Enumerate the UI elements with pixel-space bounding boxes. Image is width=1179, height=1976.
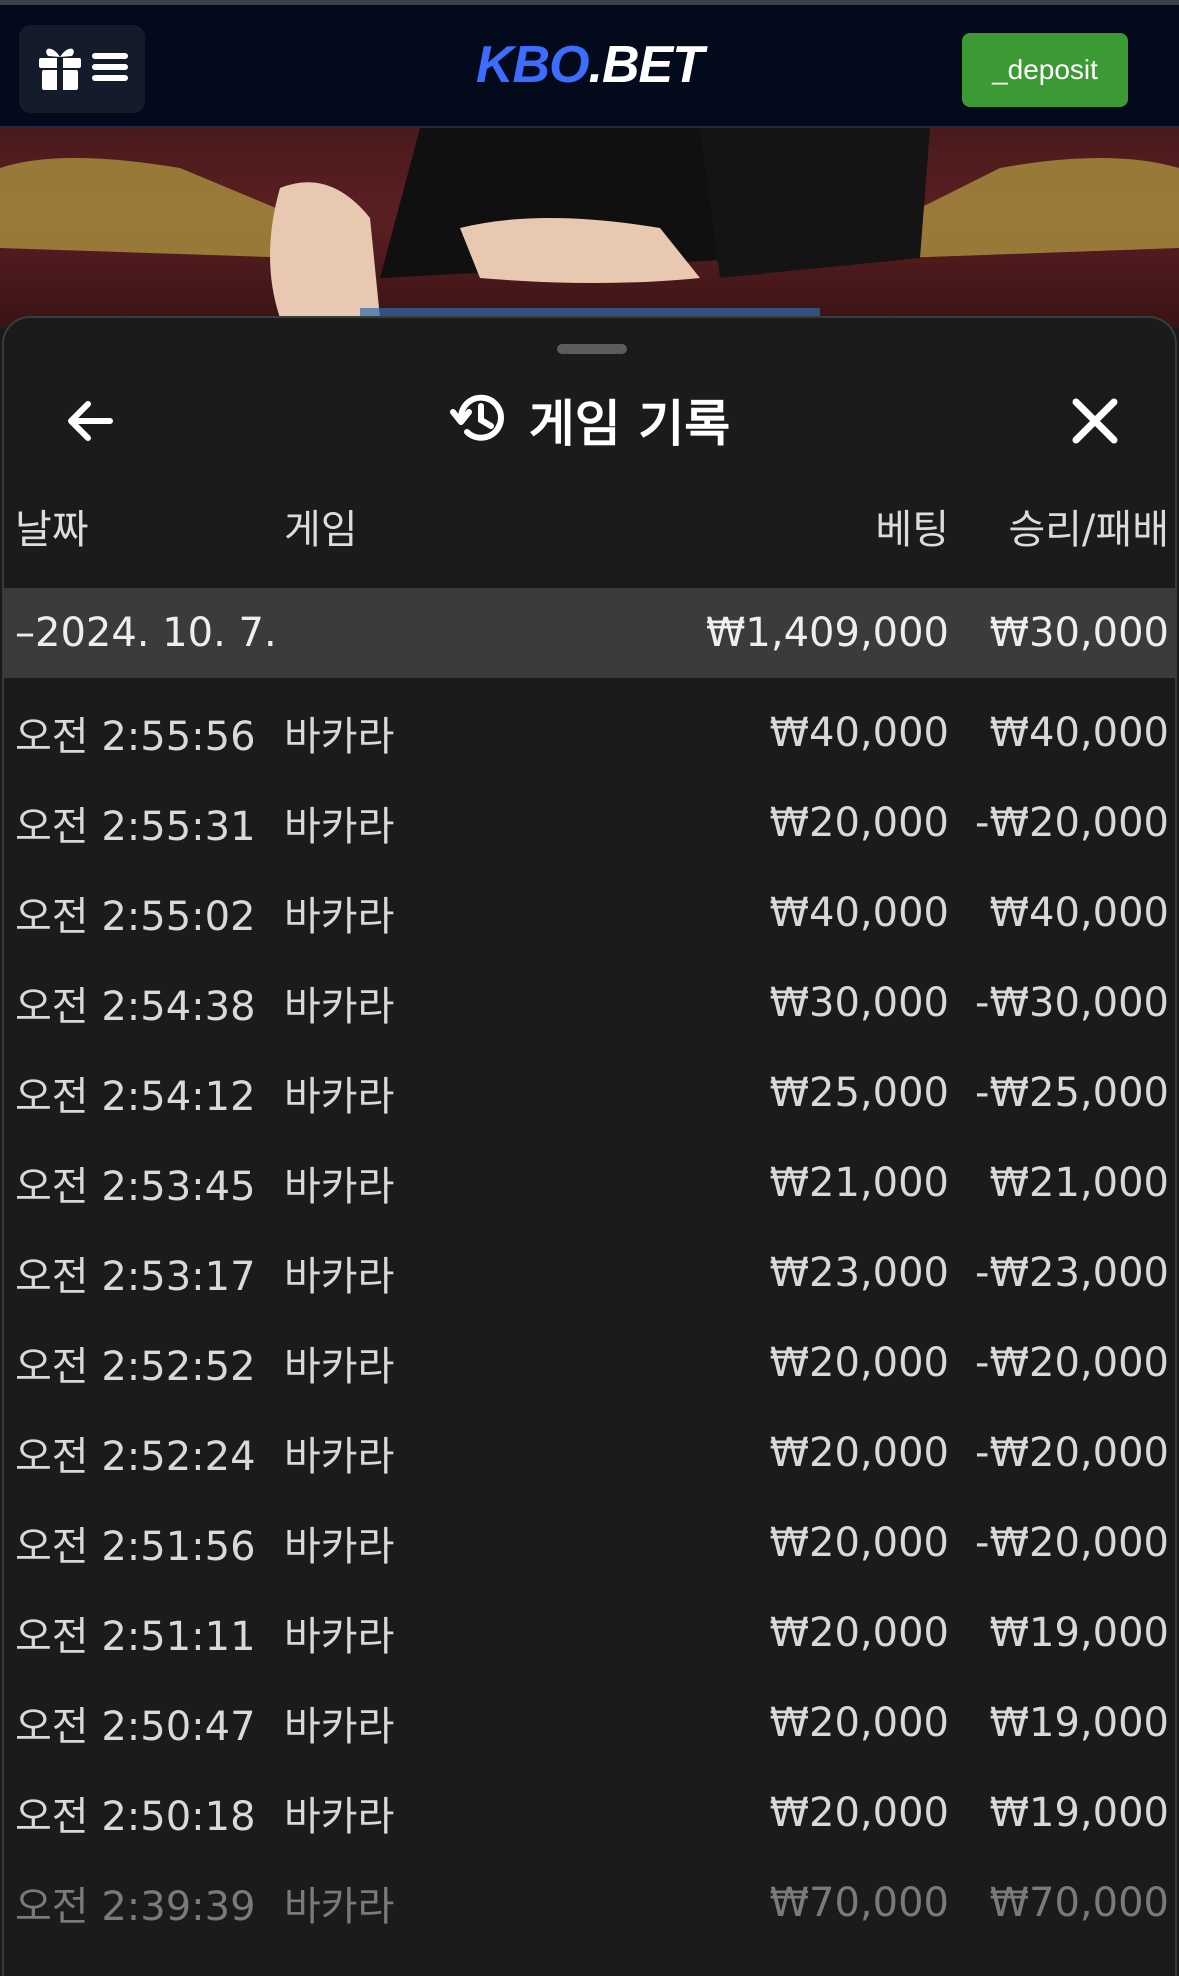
table-row[interactable]: 오전 2:39:39 바카라 ₩70,000 ₩70,000 [4,1858,1175,1948]
table-row[interactable]: 오전 2:53:45 바카라 ₩21,000 ₩21,000 [4,1138,1175,1228]
row-game: 바카라 [284,1614,395,1660]
row-win-loss: -₩30,000 [975,980,1169,1026]
row-win-loss: ₩19,000 [989,1610,1169,1656]
column-header-game: 게임 [284,507,358,553]
row-game: 바카라 [284,984,395,1030]
history-icon [449,388,509,452]
row-time: 오전 2:54:12 [15,1074,256,1120]
row-bet: ₩20,000 [769,800,949,846]
row-game: 바카라 [284,1704,395,1750]
row-win-loss: ₩21,000 [989,1160,1169,1206]
column-header-win-loss: 승리/패배 [1008,507,1169,553]
row-game: 바카라 [284,1254,395,1300]
row-game: 바카라 [284,894,395,940]
column-header-date: 날짜 [15,507,89,553]
row-game: 바카라 [284,1074,395,1120]
date-group-win-total: ₩30,000 [989,610,1169,656]
row-bet: ₩20,000 [769,1610,949,1656]
sheet-title: 게임 기록 [528,395,731,453]
row-game: 바카라 [284,1344,395,1390]
row-bet: ₩30,000 [769,980,949,1026]
row-win-loss: -₩23,000 [975,1250,1169,1296]
row-time: 오전 2:55:31 [15,804,256,850]
row-win-loss: ₩40,000 [989,890,1169,936]
table-row[interactable]: 오전 2:54:12 바카라 ₩25,000 -₩25,000 [4,1048,1175,1138]
row-bet: ₩25,000 [769,1070,949,1116]
row-time: 오전 2:55:02 [15,894,256,940]
row-time: 오전 2:52:24 [15,1434,256,1480]
table-row[interactable]: 오전 2:50:18 바카라 ₩20,000 ₩19,000 [4,1768,1175,1858]
table-row[interactable]: 오전 2:51:56 바카라 ₩20,000 -₩20,000 [4,1498,1175,1588]
row-bet: ₩40,000 [769,890,949,936]
row-bet: ₩20,000 [769,1790,949,1836]
row-bet: ₩21,000 [769,1160,949,1206]
row-bet: ₩23,000 [769,1250,949,1296]
table-row[interactable]: 오전 2:54:38 바카라 ₩30,000 -₩30,000 [4,958,1175,1048]
live-video-background [0,128,1179,328]
row-game: 바카라 [284,1524,395,1570]
table-row[interactable]: 오전 2:55:02 바카라 ₩40,000 ₩40,000 [4,868,1175,958]
table-row[interactable]: 오전 2:52:52 바카라 ₩20,000 -₩20,000 [4,1318,1175,1408]
row-win-loss: -₩25,000 [975,1070,1169,1116]
row-game: 바카라 [284,1794,395,1840]
table-row[interactable]: 오전 2:50:47 바카라 ₩20,000 ₩19,000 [4,1678,1175,1768]
row-game: 바카라 [284,804,395,850]
row-bet: ₩20,000 [769,1520,949,1566]
date-group-row[interactable]: –2024. 10. 7. ₩1,409,000 ₩30,000 [4,588,1175,678]
close-icon [1072,398,1118,444]
table-row[interactable]: 오전 2:55:31 바카라 ₩20,000 -₩20,000 [4,778,1175,868]
table-header: 날짜 게임 베팅 승리/패배 [4,486,1175,566]
row-bet: ₩40,000 [769,710,949,756]
row-bet: ₩20,000 [769,1340,949,1386]
column-header-bet: 베팅 [875,507,949,553]
row-time: 오전 2:50:18 [15,1794,256,1840]
table-row[interactable]: 오전 2:55:56 바카라 ₩40,000 ₩40,000 [4,688,1175,778]
row-win-loss: -₩20,000 [975,800,1169,846]
deposit-button[interactable]: _deposit [962,33,1128,107]
game-history-sheet: 게임 기록 날짜 게임 베팅 승리/패배 –2024. 10. 7. ₩1,40… [2,316,1177,1976]
row-win-loss: ₩19,000 [989,1700,1169,1746]
sheet-drag-handle[interactable] [557,344,627,354]
table-row[interactable]: 오전 2:51:11 바카라 ₩20,000 ₩19,000 [4,1588,1175,1678]
row-win-loss: ₩19,000 [989,1790,1169,1836]
row-time: 오전 2:55:56 [15,714,256,760]
row-bet: ₩20,000 [769,1700,949,1746]
table-row[interactable]: 오전 2:52:24 바카라 ₩20,000 -₩20,000 [4,1408,1175,1498]
row-game: 바카라 [284,1884,395,1930]
row-win-loss: -₩20,000 [975,1340,1169,1386]
sheet-header: 게임 기록 [4,380,1175,460]
table-row[interactable]: 오전 2:53:17 바카라 ₩23,000 -₩23,000 [4,1228,1175,1318]
close-button[interactable] [1062,388,1128,454]
row-game: 바카라 [284,714,395,760]
row-time: 오전 2:51:56 [15,1524,256,1570]
row-game: 바카라 [284,1434,395,1480]
row-bet: ₩70,000 [769,1880,949,1926]
row-time: 오전 2:53:45 [15,1164,256,1210]
row-time: 오전 2:54:38 [15,984,256,1030]
row-bet: ₩20,000 [769,1430,949,1476]
top-header: KBO.BET _deposit [0,0,1179,128]
row-time: 오전 2:51:11 [15,1614,256,1660]
row-win-loss: ₩40,000 [989,710,1169,756]
row-win-loss: ₩70,000 [989,1880,1169,1926]
row-time: 오전 2:53:17 [15,1254,256,1300]
row-win-loss: -₩20,000 [975,1520,1169,1566]
date-group-bet-total: ₩1,409,000 [705,610,949,656]
row-win-loss: -₩20,000 [975,1430,1169,1476]
row-game: 바카라 [284,1164,395,1210]
row-time: 오전 2:52:52 [15,1344,256,1390]
row-time: 오전 2:39:39 [15,1884,256,1930]
row-time: 오전 2:50:47 [15,1704,256,1750]
date-group-label: –2024. 10. 7. [15,610,277,656]
